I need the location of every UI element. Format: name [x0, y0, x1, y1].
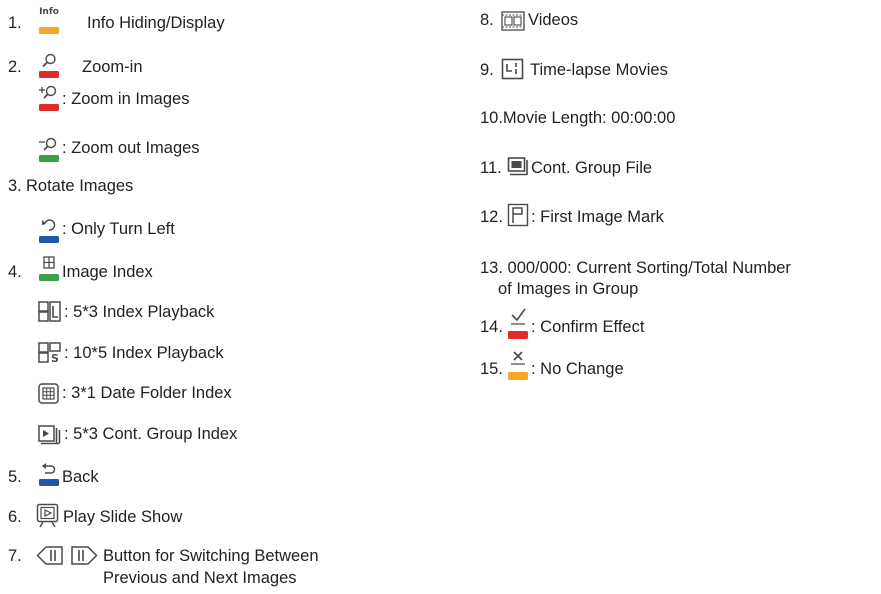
cont-group-index-label: : 5*3 Cont. Group Index	[64, 425, 238, 443]
item-number: 2.	[8, 58, 22, 76]
back-arrow-icon	[39, 463, 59, 486]
item-number: 12.	[480, 208, 503, 226]
svg-text:Info: Info	[39, 7, 59, 17]
flag-icon	[507, 203, 529, 227]
cont-group-index-icon	[38, 425, 61, 445]
svg-text:S: S	[51, 352, 59, 364]
first-image-mark-label: : First Image Mark	[531, 208, 664, 226]
image-index-label: Image Index	[62, 263, 153, 281]
item-number: 4.	[8, 263, 22, 281]
cont-group-file-label: Cont. Group File	[531, 159, 653, 177]
sorting-count-label-line2: of Images in Group	[498, 280, 639, 298]
info-icon: Info	[39, 7, 59, 34]
item-number: 5.	[8, 468, 22, 486]
next-image-icon	[71, 546, 98, 565]
checkmark-icon	[508, 308, 528, 339]
cross-icon	[508, 351, 528, 380]
slideshow-label: Play Slide Show	[63, 508, 183, 526]
no-change-label: : No Change	[531, 360, 624, 378]
timelapse-label: Time-lapse Movies	[530, 61, 668, 79]
rotate-images-label: Rotate Images	[26, 177, 134, 195]
date-folder-index-label: : 3*1 Date Folder Index	[62, 384, 232, 402]
date-folder-index-icon	[38, 383, 59, 404]
magnifier-icon	[39, 53, 59, 78]
cont-group-icon	[507, 157, 528, 176]
zoom-in-label: Zoom-in	[82, 58, 143, 76]
timelapse-icon	[501, 58, 524, 80]
item-number: 14.	[480, 318, 503, 336]
only-turn-left-label: : Only Turn Left	[62, 220, 175, 238]
item-number: 6.	[8, 508, 22, 526]
prev-image-icon	[36, 546, 63, 565]
rotate-left-icon	[39, 219, 59, 243]
item-number: 1.	[8, 14, 22, 32]
back-label: Back	[62, 468, 99, 486]
item-number: 8.	[480, 11, 494, 29]
zoom-in-images-label: : Zoom in Images	[62, 90, 190, 108]
switch-images-label-line1: Button for Switching Between	[103, 547, 319, 565]
slideshow-icon	[36, 503, 59, 528]
index-5x3-label: : 5*3 Index Playback	[64, 303, 215, 321]
zoom-out-icon	[39, 137, 59, 162]
info-display-label: Info Hiding/Display	[87, 14, 225, 32]
item-number: 9.	[480, 61, 494, 79]
index-10x5-label: : 10*5 Index Playback	[64, 344, 224, 362]
zoom-out-images-label: : Zoom out Images	[62, 139, 200, 157]
videos-label: Videos	[528, 11, 579, 29]
grid-index-icon	[39, 256, 59, 281]
item-number: 3.	[8, 177, 22, 195]
zoom-in-icon	[39, 85, 59, 111]
item-number: 7.	[8, 547, 22, 565]
index-5x3-icon	[38, 301, 61, 322]
sorting-count-label-line1: 13. 000/000: Current Sorting/Total Numbe…	[480, 259, 791, 277]
item-number: 11.	[480, 159, 502, 177]
movie-length-label: 10.Movie Length: 00:00:00	[480, 109, 676, 127]
confirm-effect-label: : Confirm Effect	[531, 318, 645, 336]
item-number: 15.	[480, 360, 503, 378]
index-10x5-icon: S	[38, 342, 61, 364]
film-icon	[501, 11, 525, 31]
switch-images-label-line2: Previous and Next Images	[103, 569, 297, 587]
